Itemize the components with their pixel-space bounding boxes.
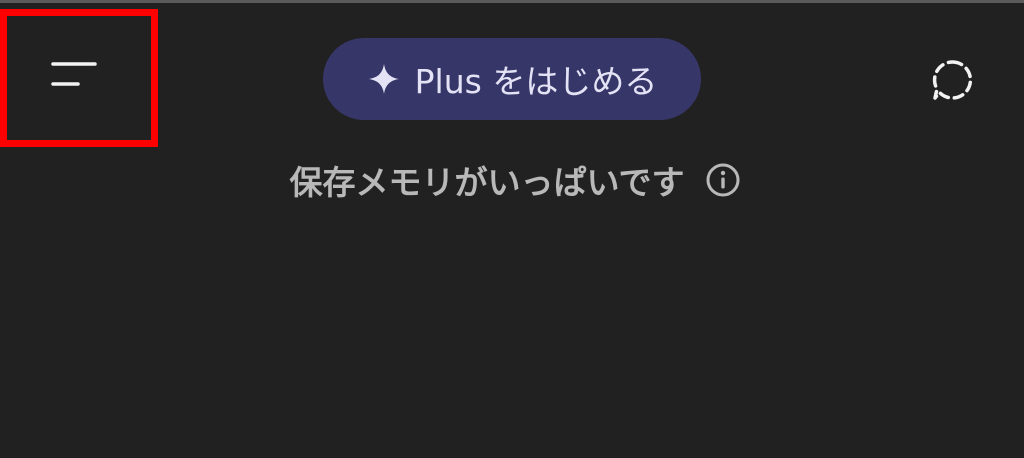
sparkle-icon [368, 64, 399, 94]
dashed-chat-bubble-icon [932, 60, 973, 100]
menu-button[interactable] [0, 9, 158, 147]
upgrade-plus-label: Plus をはじめる [414, 62, 658, 101]
app-screen: Plus をはじめる 保存メモリがいっぱいです [0, 0, 1024, 458]
upgrade-plus-button[interactable]: Plus をはじめる [323, 38, 701, 120]
hamburger-menu-icon [51, 62, 97, 86]
temporary-chat-button[interactable] [928, 55, 978, 105]
info-icon[interactable] [705, 162, 741, 198]
memory-full-text: 保存メモリがいっぱいです [289, 163, 685, 202]
top-edge-divider [0, 0, 1024, 3]
memory-full-notice: 保存メモリがいっぱいです [0, 154, 1024, 206]
